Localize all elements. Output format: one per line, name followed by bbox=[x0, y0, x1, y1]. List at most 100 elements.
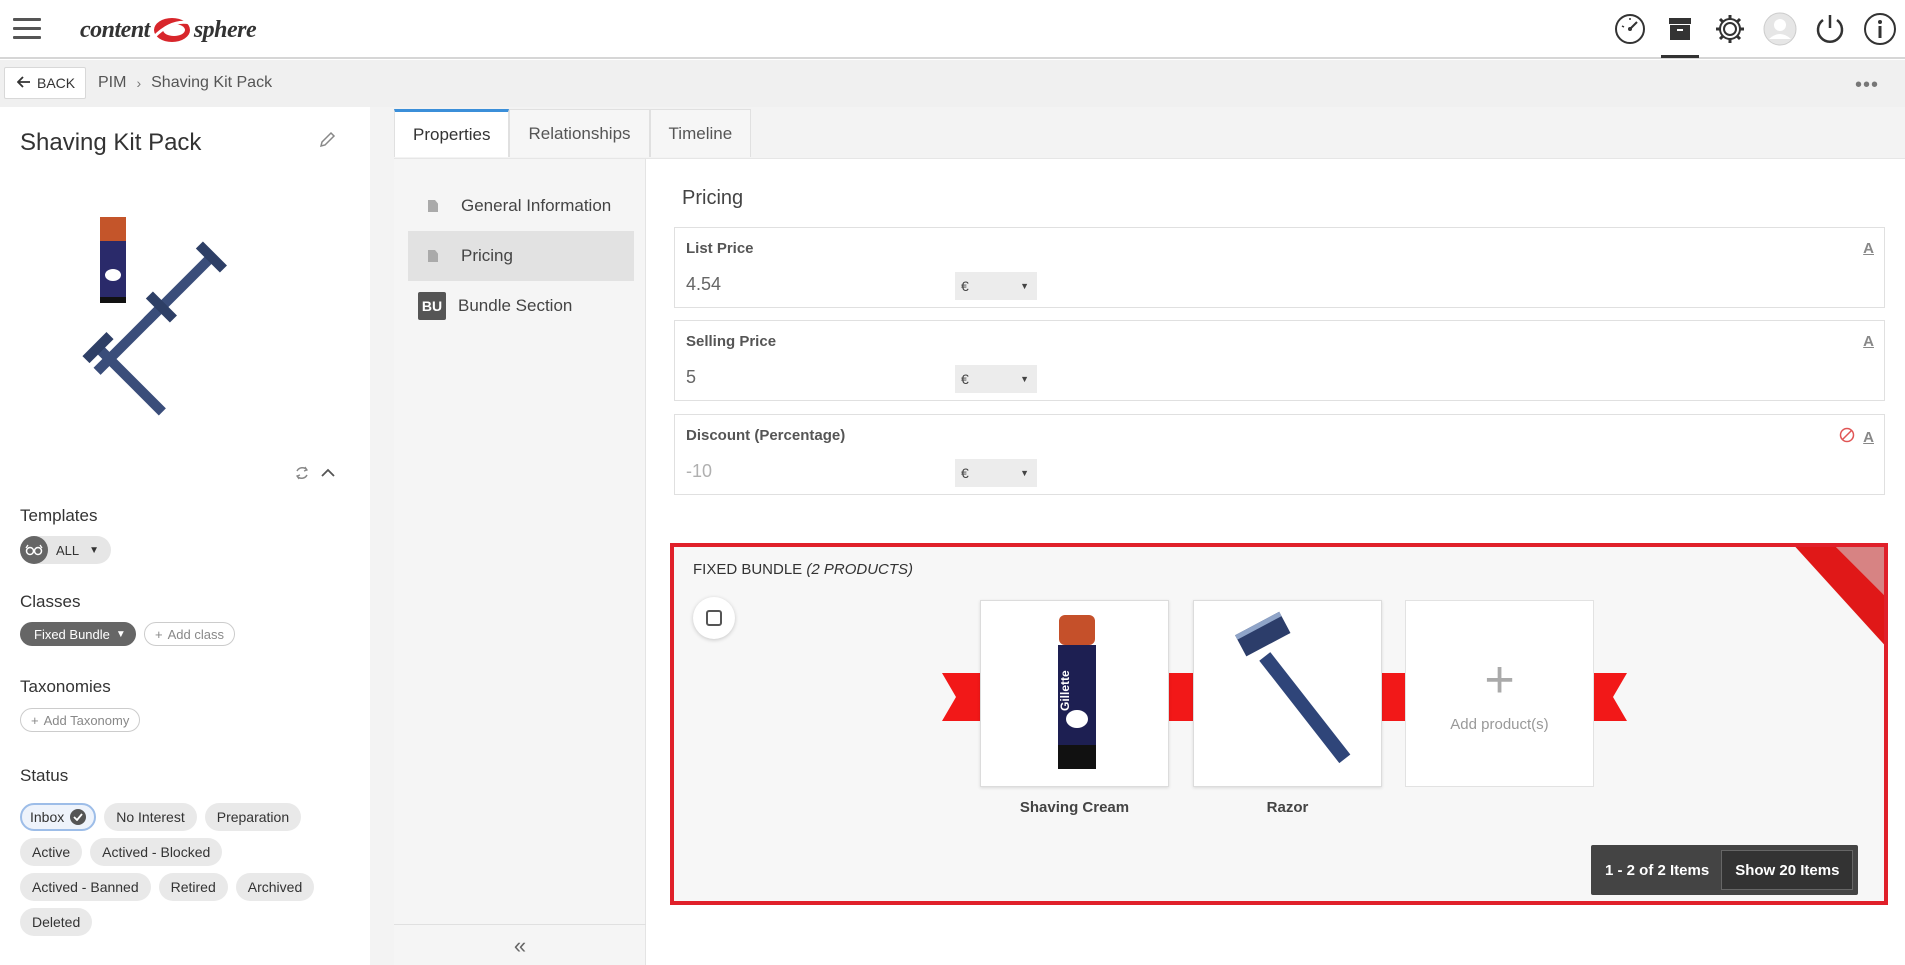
more-options-icon[interactable]: ••• bbox=[1855, 74, 1879, 97]
select-all-checkbox[interactable] bbox=[693, 597, 735, 639]
status-chip-no-interest[interactable]: No Interest bbox=[104, 803, 197, 831]
image-tools bbox=[294, 465, 336, 486]
list-price-field: List Price 4.54 € ▼ A bbox=[674, 227, 1885, 308]
attribute-icon[interactable]: A bbox=[1863, 333, 1874, 350]
nav-item-label: Bundle Section bbox=[458, 296, 573, 315]
status-chips: Inbox No Interest Preparation Active Act… bbox=[20, 803, 320, 943]
class-chip-label: Fixed Bundle bbox=[34, 626, 110, 642]
field-label: Discount (Percentage) bbox=[686, 427, 846, 444]
info-icon[interactable] bbox=[1855, 0, 1905, 58]
chevron-up-icon[interactable] bbox=[320, 465, 336, 486]
breadcrumb-bar: BACK PIM › Shaving Kit Pack ••• bbox=[0, 60, 1905, 107]
status-chip-retired[interactable]: Retired bbox=[158, 873, 228, 901]
fixed-bundle-panel: FIXED BUNDLE (2 PRODUCTS) Gillette Shavi… bbox=[670, 543, 1888, 905]
pagination: 1 - 2 of 2 Items Show 20 Items bbox=[1591, 845, 1859, 895]
check-icon bbox=[70, 809, 87, 825]
pricing-section: Pricing List Price 4.54 € ▼ A Selling Pri… bbox=[646, 159, 1905, 965]
bundle-product-card[interactable]: Gillette bbox=[980, 600, 1169, 787]
status-chip-actived-banned[interactable]: Actived - Banned bbox=[20, 873, 151, 901]
document-icon bbox=[428, 250, 438, 262]
status-chip-label: Inbox bbox=[30, 809, 65, 825]
product-image bbox=[82, 217, 227, 416]
menu-icon[interactable] bbox=[13, 18, 41, 40]
caret-down-icon: ▼ bbox=[89, 544, 100, 556]
status-label: Status bbox=[20, 766, 69, 785]
logo[interactable]: content sphere bbox=[80, 12, 257, 48]
bundle-count: (2 PRODUCTS) bbox=[806, 561, 914, 578]
blocked-icon[interactable] bbox=[1839, 427, 1855, 448]
bundle-title-text: FIXED BUNDLE bbox=[693, 561, 803, 578]
attribute-icon[interactable]: A bbox=[1863, 429, 1874, 446]
selling-price-input[interactable]: 5 bbox=[686, 367, 696, 388]
caret-down-icon: ▼ bbox=[1020, 468, 1029, 478]
section-nav: General Information Pricing BU Bundle Se… bbox=[394, 159, 646, 965]
shaving-cream-image: Gillette bbox=[1058, 615, 1096, 769]
bundle-product-name: Shaving Cream bbox=[1019, 799, 1130, 816]
class-chip-fixed-bundle[interactable]: Fixed Bundle ▼ bbox=[20, 622, 136, 646]
razor-image bbox=[1235, 611, 1351, 764]
power-icon[interactable] bbox=[1805, 0, 1855, 58]
properties-panel: General Information Pricing BU Bundle Se… bbox=[394, 158, 1905, 965]
product-sidebar: Shaving Kit Pack Templates ALL ▼ Classes… bbox=[0, 107, 370, 965]
breadcrumb-item-pim[interactable]: PIM bbox=[98, 74, 126, 92]
dashboard-icon[interactable] bbox=[1605, 0, 1655, 58]
classes-label: Classes bbox=[20, 592, 81, 611]
bundle-title: FIXED BUNDLE (2 PRODUCTS) bbox=[693, 561, 913, 578]
caret-down-icon: ▼ bbox=[1020, 281, 1029, 291]
tab-relationships[interactable]: Relationships bbox=[509, 109, 650, 157]
collapse-nav-icon[interactable]: « bbox=[394, 924, 646, 965]
logo-swoosh-icon bbox=[152, 18, 191, 42]
glasses-icon bbox=[20, 536, 48, 564]
status-chip-archived[interactable]: Archived bbox=[235, 873, 315, 901]
main-area: Properties Relationships Timeline Genera… bbox=[370, 107, 1905, 965]
nav-item-pricing[interactable]: Pricing bbox=[408, 231, 634, 281]
bundle-product-card[interactable] bbox=[1193, 600, 1382, 787]
status-chip-preparation[interactable]: Preparation bbox=[204, 803, 302, 831]
archive-icon[interactable] bbox=[1655, 0, 1705, 58]
refresh-icon[interactable] bbox=[294, 465, 310, 486]
user-icon[interactable] bbox=[1755, 0, 1805, 58]
status-chip-active[interactable]: Active bbox=[20, 838, 83, 866]
pencil-icon[interactable] bbox=[318, 131, 336, 154]
discount-input[interactable]: -10 bbox=[686, 461, 712, 482]
status-chip-deleted[interactable]: Deleted bbox=[20, 908, 93, 936]
add-product-label: Add product(s) bbox=[1450, 716, 1549, 733]
product-title: Shaving Kit Pack bbox=[20, 129, 202, 156]
status-chip-actived-blocked[interactable]: Actived - Blocked bbox=[90, 838, 223, 866]
ribbon-tail-left-icon bbox=[942, 673, 980, 721]
discount-field: Discount (Percentage) -10 € ▼ A bbox=[674, 414, 1885, 495]
nav-item-bundle-section[interactable]: BU Bundle Section bbox=[408, 281, 634, 331]
document-icon bbox=[428, 200, 438, 212]
template-select[interactable]: ALL ▼ bbox=[20, 536, 112, 564]
add-class-label: Add class bbox=[167, 626, 224, 642]
bundle-badge-icon: BU bbox=[418, 292, 446, 320]
currency-select[interactable]: € ▼ bbox=[955, 459, 1037, 487]
templates-label: Templates bbox=[20, 506, 98, 525]
add-class-button[interactable]: + Add class bbox=[144, 622, 235, 646]
nav-item-label: Pricing bbox=[461, 246, 513, 265]
currency-value: € bbox=[961, 278, 969, 294]
tab-timeline[interactable]: Timeline bbox=[649, 109, 752, 157]
nav-item-general-information[interactable]: General Information bbox=[408, 181, 634, 231]
status-chip-inbox[interactable]: Inbox bbox=[20, 803, 97, 831]
template-value: ALL bbox=[56, 542, 80, 558]
plus-icon: + bbox=[31, 712, 39, 728]
add-product-button[interactable]: + Add product(s) bbox=[1405, 600, 1594, 787]
currency-select[interactable]: € ▼ bbox=[955, 365, 1037, 393]
tab-properties[interactable]: Properties bbox=[394, 109, 510, 157]
breadcrumb-item-current: Shaving Kit Pack bbox=[151, 74, 273, 91]
settings-icon[interactable] bbox=[1705, 0, 1755, 58]
list-price-input[interactable]: 4.54 bbox=[686, 274, 721, 295]
currency-value: € bbox=[961, 371, 969, 387]
field-label: Selling Price bbox=[686, 333, 777, 350]
page-size-button[interactable]: Show 20 Items bbox=[1721, 850, 1854, 890]
currency-select[interactable]: € ▼ bbox=[955, 272, 1037, 300]
tab-bar: Properties Relationships Timeline bbox=[394, 109, 752, 157]
currency-value: € bbox=[961, 465, 969, 481]
add-taxonomy-button[interactable]: + Add Taxonomy bbox=[20, 708, 141, 732]
top-bar: content sphere bbox=[0, 0, 1905, 59]
back-button[interactable]: BACK bbox=[4, 67, 87, 99]
ribbon-tail-right-icon bbox=[1591, 673, 1627, 721]
plus-icon: + bbox=[1484, 651, 1515, 709]
attribute-icon[interactable]: A bbox=[1863, 240, 1874, 257]
